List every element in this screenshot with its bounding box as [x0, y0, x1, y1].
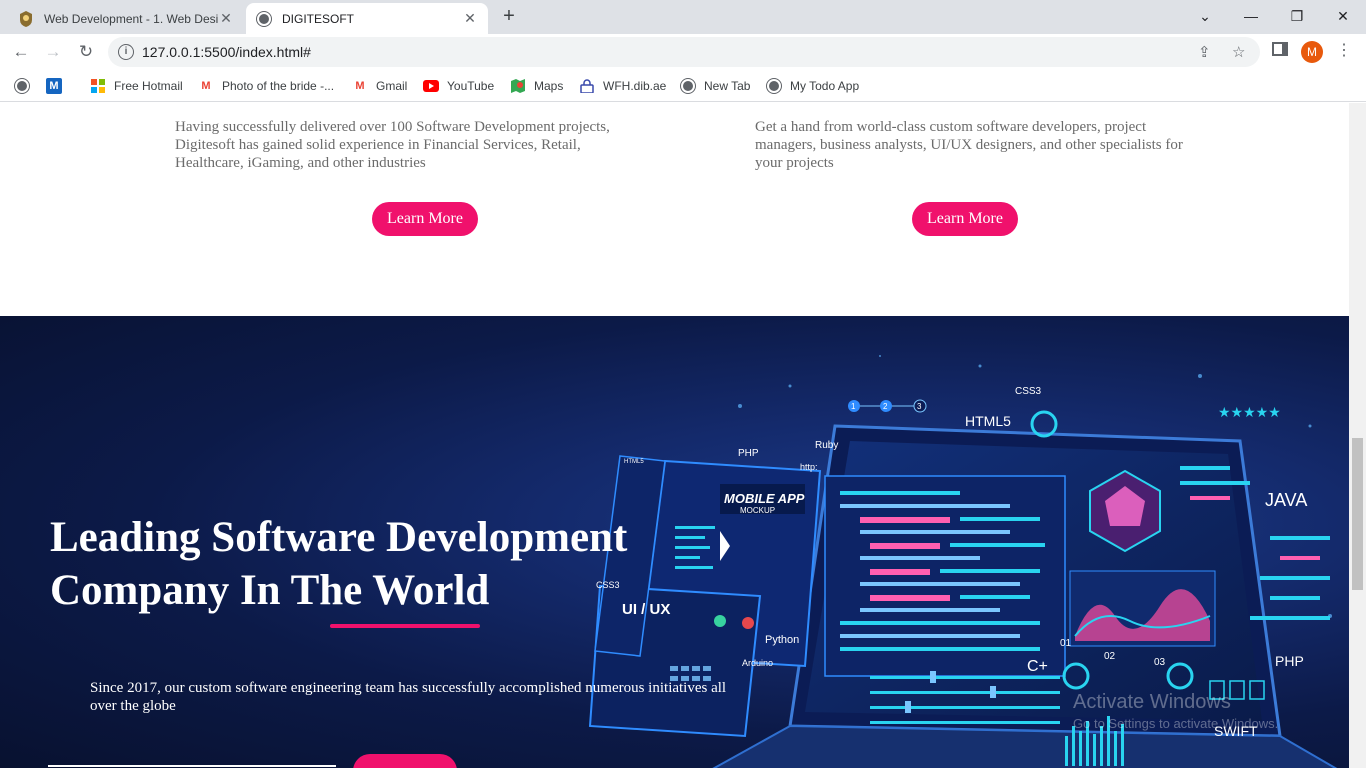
label-mobile-app: MOBILE APP: [724, 491, 805, 506]
accept-call-icon: [714, 615, 726, 627]
bookmark-photo-bride[interactable]: M Photo of the bride -...: [198, 76, 334, 96]
page-scrollbar[interactable]: [1349, 103, 1366, 768]
label-mockup: MOCKUP: [740, 506, 775, 515]
label-html5-small: HTML5: [624, 459, 644, 465]
label-03: 03: [1154, 657, 1166, 668]
close-tab-icon[interactable]: ✕: [462, 10, 478, 27]
bookmark-label: Maps: [534, 79, 564, 93]
forward-icon[interactable]: →: [41, 40, 65, 64]
bookmark-label: YouTube: [447, 79, 495, 93]
label-ruby: Ruby: [815, 440, 838, 451]
hero-title-underline: [330, 624, 480, 628]
youtube-icon: [423, 78, 439, 94]
learn-more-button-right[interactable]: Learn More: [912, 202, 1018, 236]
hero-title-line-2: Company In The World: [50, 567, 490, 614]
side-panel-icon[interactable]: [1272, 42, 1288, 56]
label-step-3: 3: [917, 402, 922, 411]
bookmark-label: WFH.dib.ae: [603, 79, 667, 93]
label-step-1: 1: [851, 402, 856, 411]
bookmarks-bar: M Free Hotmail M Photo of the bride -...…: [0, 70, 1366, 102]
hero-description: Since 2017, our custom software engineer…: [90, 680, 727, 714]
globe-icon: [766, 78, 782, 94]
windows-icon: [90, 78, 106, 94]
bookmark-free-hotmail[interactable]: Free Hotmail: [90, 76, 183, 96]
site-info-icon[interactable]: i: [118, 44, 134, 60]
browser-toolbar: ← → ↻ i 127.0.0.1:5500/index.html# ⇪ ☆ M…: [0, 34, 1366, 70]
back-icon[interactable]: ←: [9, 40, 33, 64]
bookmark-label: Free Hotmail: [114, 79, 183, 93]
label-02: 02: [1104, 651, 1116, 662]
hero-title-line-1: Leading Software Development: [50, 514, 628, 561]
tab-search-icon[interactable]: ⌄: [1182, 4, 1228, 28]
tab-strip: Web Development - 1. Web Desi ✕ DIGITESO…: [0, 0, 1366, 34]
tab-digitesoft[interactable]: DIGITESOFT ✕: [246, 3, 488, 34]
service-description-left: Having successfully delivered over 100 S…: [175, 119, 610, 171]
close-tab-icon[interactable]: ✕: [218, 10, 234, 27]
bookmark-label: Photo of the bride -...: [222, 79, 335, 93]
url-text[interactable]: 127.0.0.1:5500/index.html#: [142, 44, 311, 60]
hero-cta-button[interactable]: [353, 754, 457, 768]
hero-divider-line: [48, 765, 336, 767]
bookmark-youtube[interactable]: YouTube: [423, 76, 494, 96]
site-favicon-icon: [18, 10, 34, 27]
bookmark-todo-app[interactable]: My Todo App: [766, 76, 859, 96]
scrollbar-thumb[interactable]: [1352, 438, 1363, 590]
label-cplus: C+: [1027, 658, 1048, 675]
decline-call-icon: [742, 617, 754, 629]
close-window-button[interactable]: ✕: [1320, 4, 1366, 28]
rating-stars-icon: ★★★★★: [1218, 404, 1281, 420]
watermark-line-2: Go to Settings to activate Windows.: [1073, 716, 1279, 731]
label-php: PHP: [738, 448, 759, 459]
new-tab-button[interactable]: +: [498, 6, 520, 28]
bookmark-label: Gmail: [376, 79, 408, 93]
label-java: JAVA: [1265, 490, 1307, 510]
reload-icon[interactable]: ↻: [74, 40, 98, 64]
tab-web-development[interactable]: Web Development - 1. Web Desi ✕: [8, 3, 244, 34]
globe-icon: [256, 11, 272, 27]
label-01: 01: [1060, 638, 1072, 649]
label-arduino: Arduino: [742, 658, 773, 668]
share-icon[interactable]: ⇪: [1198, 43, 1211, 61]
label-html5: HTML5: [965, 413, 1011, 429]
watermark-line-1: Activate Windows: [1073, 691, 1231, 713]
globe-icon: [680, 78, 696, 94]
bookmark-globe[interactable]: [14, 76, 38, 96]
bookmark-new-tab[interactable]: New Tab: [680, 76, 750, 96]
tab-title: Web Development - 1. Web Desi: [44, 11, 218, 26]
globe-icon: [14, 78, 30, 94]
bookmark-label: New Tab: [704, 79, 751, 93]
restore-button[interactable]: ❐: [1274, 4, 1320, 28]
service-description-right: Get a hand from world-class custom softw…: [755, 119, 1183, 171]
address-bar[interactable]: i 127.0.0.1:5500/index.html# ⇪ ☆: [108, 37, 1260, 67]
gmail-icon: M: [201, 80, 211, 92]
bookmark-star-icon[interactable]: ☆: [1232, 43, 1245, 61]
bookmark-maps[interactable]: Maps: [510, 76, 563, 96]
minimize-button[interactable]: —: [1228, 4, 1274, 28]
bookmark-label: My Todo App: [790, 79, 860, 93]
bookmark-wfh[interactable]: WFH.dib.ae: [579, 76, 666, 96]
m-app-icon: M: [46, 78, 62, 94]
menu-icon[interactable]: ⋮: [1336, 40, 1352, 60]
tab-title: DIGITESOFT: [282, 11, 354, 26]
maps-icon: [510, 78, 526, 94]
profile-avatar[interactable]: M: [1301, 41, 1323, 63]
label-python: Python: [765, 634, 799, 646]
label-step-2: 2: [883, 402, 888, 411]
label-php-right: PHP: [1275, 653, 1304, 669]
bookmark-m-app[interactable]: M: [46, 76, 70, 96]
page-viewport: Having successfully delivered over 100 S…: [0, 103, 1349, 768]
gmail-icon: M: [355, 80, 365, 92]
hero-section: CSS3 HTML5 PHP Ruby http: MOBILE APP MOC…: [0, 316, 1349, 768]
learn-more-button-left[interactable]: Learn More: [372, 202, 478, 236]
label-css3-top: CSS3: [1015, 386, 1042, 397]
bookmark-gmail[interactable]: M Gmail: [352, 76, 407, 96]
lock-site-icon: [579, 78, 595, 94]
label-http: http:: [800, 462, 818, 472]
activate-windows-watermark: Activate Windows Go to Settings to activ…: [1073, 691, 1278, 731]
hero-title: Leading Software Development Company In …: [50, 511, 690, 617]
